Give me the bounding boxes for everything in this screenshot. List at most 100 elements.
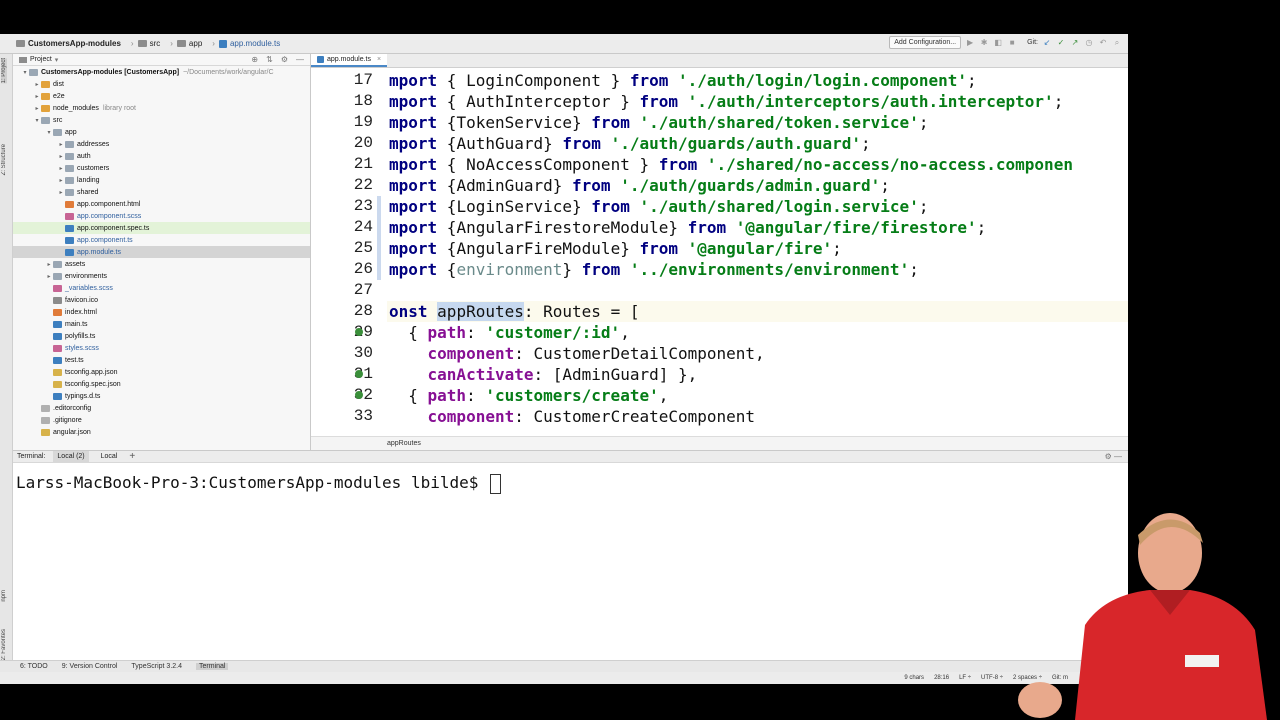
stop-icon[interactable]: ■ xyxy=(1007,38,1017,48)
version-control-tab[interactable]: 9: Version Control xyxy=(62,663,118,670)
tree-item[interactable]: tsconfig.spec.json xyxy=(13,378,310,390)
code-line[interactable]: mport {LoginService} from './auth/shared… xyxy=(389,196,928,217)
tree-item[interactable]: ▸ dist xyxy=(13,78,310,90)
tree-item[interactable]: app.component.ts xyxy=(13,234,310,246)
tree-item[interactable]: ▸ landing xyxy=(13,174,310,186)
terminal-prompt-line[interactable]: Larss-MacBook-Pro-3:CustomersApp-modules… xyxy=(16,473,502,494)
editor-tab-app-module[interactable]: app.module.ts × xyxy=(311,54,388,67)
add-configuration-button[interactable]: Add Configuration... xyxy=(889,36,962,49)
tree-item[interactable]: ▸ addresses xyxy=(13,138,310,150)
terminal-tab-local-2[interactable]: Local (2) xyxy=(53,450,89,463)
implementation-marker-icon[interactable] xyxy=(355,328,363,336)
code-line[interactable]: { path: 'customer/:id', xyxy=(389,322,630,343)
expand-arrow-icon[interactable]: ▸ xyxy=(57,165,65,172)
tree-item[interactable]: app.component.html xyxy=(13,198,310,210)
implementation-marker-icon[interactable] xyxy=(355,391,363,399)
code-line[interactable]: mport {AngularFirestoreModule} from '@an… xyxy=(389,217,986,238)
code-line[interactable]: component: CustomerCreateComponent xyxy=(389,406,756,427)
terminal-tab[interactable]: Terminal xyxy=(196,663,229,670)
tree-item[interactable]: .editorconfig xyxy=(13,402,310,414)
structure-tool-tab[interactable]: Z: Structure xyxy=(1,144,7,175)
tree-item[interactable]: ▸ e2e xyxy=(13,90,310,102)
file-encoding[interactable]: UTF-8 ÷ xyxy=(981,675,1003,681)
git-history-icon[interactable]: ◷ xyxy=(1084,38,1094,48)
debug-icon[interactable]: ✱ xyxy=(979,38,989,48)
breadcrumb-src[interactable]: src xyxy=(137,39,160,48)
breadcrumb-app[interactable]: app xyxy=(176,39,202,48)
project-panel-title[interactable]: Project xyxy=(30,56,52,63)
expand-arrow-icon[interactable]: ▸ xyxy=(45,261,53,268)
git-rollback-icon[interactable]: ↶ xyxy=(1098,38,1108,48)
vcs-change-marker[interactable] xyxy=(377,217,381,238)
locate-icon[interactable]: ⊕ xyxy=(251,55,258,64)
tree-item[interactable]: ▾ CustomersApp-modules [CustomersApp] ~/Do… xyxy=(13,66,310,78)
expand-arrow-icon[interactable]: ▸ xyxy=(33,93,41,100)
expand-arrow-icon[interactable]: ▸ xyxy=(33,81,41,88)
expand-arrow-icon[interactable]: ▾ xyxy=(45,129,53,136)
collapse-icon[interactable]: ⇅ xyxy=(266,55,273,64)
tree-item[interactable]: _variables.scss xyxy=(13,282,310,294)
code-line[interactable]: mport {environment} from '../environment… xyxy=(389,259,919,280)
expand-arrow-icon[interactable]: ▸ xyxy=(45,273,53,280)
breadcrumb-project[interactable]: CustomersApp-modules xyxy=(16,39,121,48)
tree-item[interactable]: .gitignore xyxy=(13,414,310,426)
tree-item[interactable]: ▸ node_modules library root xyxy=(13,102,310,114)
implementation-marker-icon[interactable] xyxy=(355,370,363,378)
code-line[interactable]: canActivate: [AdminGuard] }, xyxy=(389,364,698,385)
line-separator[interactable]: LF ÷ xyxy=(959,675,971,681)
tree-item[interactable]: angular.json xyxy=(13,426,310,438)
tree-item[interactable]: app.component.spec.ts xyxy=(13,222,310,234)
expand-arrow-icon[interactable]: ▸ xyxy=(57,153,65,160)
vcs-change-marker[interactable] xyxy=(377,196,381,217)
tree-item[interactable]: ▸ environments xyxy=(13,270,310,282)
expand-arrow-icon[interactable]: ▾ xyxy=(33,117,41,124)
code-line[interactable]: mport { LoginComponent } from './auth/lo… xyxy=(389,70,977,91)
editor-breadcrumb[interactable]: appRoutes xyxy=(311,436,1128,450)
tree-item[interactable]: tsconfig.app.json xyxy=(13,366,310,378)
code-line[interactable]: mport {TokenService} from './auth/shared… xyxy=(389,112,928,133)
expand-arrow-icon[interactable]: ▸ xyxy=(33,105,41,112)
run-icon[interactable]: ▶ xyxy=(965,38,975,48)
code-line[interactable]: { path: 'customers/create', xyxy=(389,385,668,406)
terminal-tab-local[interactable]: Local xyxy=(97,451,122,463)
typescript-tab[interactable]: TypeScript 3.2.4 xyxy=(131,663,182,670)
code-line[interactable]: onst appRoutes: Routes = [ xyxy=(387,301,1128,322)
close-icon[interactable]: × xyxy=(377,56,381,63)
code-line[interactable]: mport {AdminGuard} from './auth/guards/a… xyxy=(389,175,890,196)
gear-icon[interactable]: ⚙ xyxy=(281,55,288,64)
coverage-icon[interactable]: ◧ xyxy=(993,38,1003,48)
search-icon[interactable]: ⌕ xyxy=(1112,38,1122,48)
tree-item[interactable]: app.module.ts xyxy=(13,246,310,258)
new-terminal-icon[interactable]: + xyxy=(129,451,135,462)
expand-arrow-icon[interactable]: ▸ xyxy=(57,141,65,148)
code-line[interactable]: mport { AuthInterceptor } from './auth/i… xyxy=(389,91,1063,112)
tree-item[interactable]: styles.scss xyxy=(13,342,310,354)
tree-item[interactable]: ▸ shared xyxy=(13,186,310,198)
expand-arrow-icon[interactable]: ▸ xyxy=(57,189,65,196)
tree-item[interactable]: ▸ customers xyxy=(13,162,310,174)
tree-item[interactable]: typings.d.ts xyxy=(13,390,310,402)
code-line[interactable]: mport {AuthGuard} from './auth/guards/au… xyxy=(389,133,871,154)
git-update-icon[interactable]: ↙ xyxy=(1042,38,1052,48)
tree-item[interactable]: favicon.ico xyxy=(13,294,310,306)
tree-item[interactable]: ▾ app xyxy=(13,126,310,138)
code-line[interactable]: mport {AngularFireModule} from '@angular… xyxy=(389,238,842,259)
chevron-down-icon[interactable]: ▾ xyxy=(55,56,59,64)
npm-tool-tab[interactable]: npm xyxy=(1,590,7,602)
code-line[interactable]: component: CustomerDetailComponent, xyxy=(389,343,765,364)
expand-arrow-icon[interactable]: ▾ xyxy=(21,69,29,76)
vcs-change-marker[interactable] xyxy=(377,259,381,280)
todo-tab[interactable]: 6: TODO xyxy=(20,663,48,670)
favorites-tool-tab[interactable]: 2: Favorites xyxy=(1,629,7,660)
code-line[interactable]: mport { NoAccessComponent } from './shar… xyxy=(389,154,1073,175)
gear-icon[interactable]: ⚙ — xyxy=(1105,452,1128,461)
caret-position[interactable]: 28:16 xyxy=(934,675,949,681)
tree-item[interactable]: polyfills.ts xyxy=(13,330,310,342)
tree-item[interactable]: ▸ assets xyxy=(13,258,310,270)
hide-icon[interactable]: — xyxy=(296,55,304,64)
project-tool-tab[interactable]: 1: Project xyxy=(1,58,7,84)
vcs-change-marker[interactable] xyxy=(377,238,381,259)
git-commit-icon[interactable]: ✓ xyxy=(1056,38,1066,48)
tree-item[interactable]: main.ts xyxy=(13,318,310,330)
git-push-icon[interactable]: ↗ xyxy=(1070,38,1080,48)
